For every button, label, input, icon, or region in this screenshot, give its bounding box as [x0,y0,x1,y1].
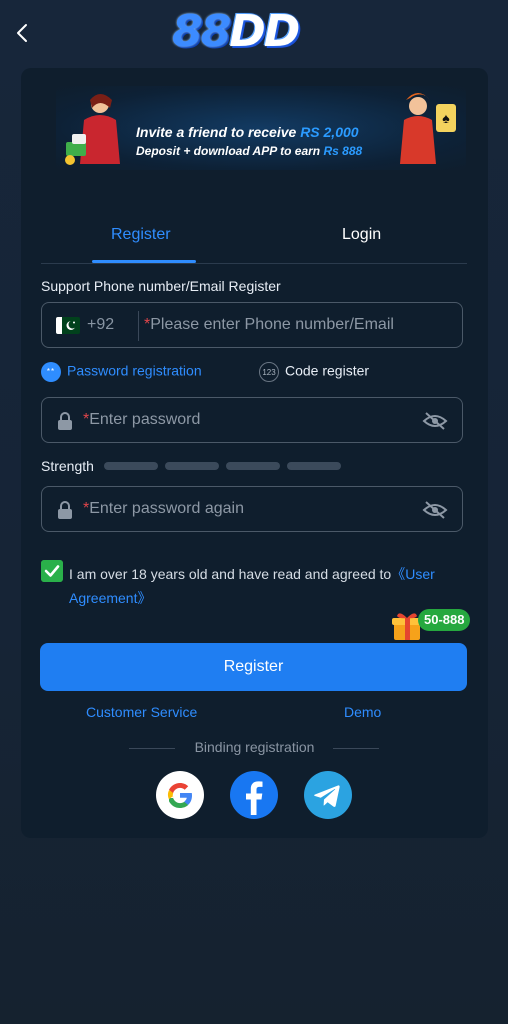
telegram-login-button[interactable] [304,771,352,819]
strength-bar-3 [226,462,280,470]
lock-icon [58,501,72,519]
phone-field[interactable]: +92 *Please enter Phone number/Email [41,302,463,348]
password-mode-icon: ** [41,362,61,382]
binding-divider-right [333,748,379,749]
password-input[interactable]: *Enter password [83,411,200,429]
agreement-text: I am over 18 years old and have read and… [69,566,435,606]
google-icon [167,783,192,808]
confirm-password-field[interactable]: *Enter password again [41,486,463,532]
customer-service-link[interactable]: Customer Service [86,704,197,720]
binding-registration-label: Binding registration [194,739,315,755]
country-code[interactable]: +92 [87,316,114,334]
support-label: Support Phone number/Email Register [41,278,281,294]
password-registration-option[interactable]: ** Password registration [41,362,202,382]
facebook-icon [246,781,263,815]
code-register-option[interactable]: 123 Code register [259,362,369,382]
registration-mode-row: ** Password registration 123 Code register [41,362,467,384]
banner-line-1: Invite a friend to receive RS 2,000 [136,124,359,140]
strength-bar-4 [287,462,341,470]
google-login-button[interactable] [156,771,204,819]
agreement-checkbox[interactable] [41,560,63,582]
register-button[interactable]: Register [40,643,467,691]
pakistan-flag-icon[interactable] [56,317,80,334]
telegram-icon [314,785,340,807]
lock-icon [58,412,72,430]
svg-text:♠: ♠ [442,110,450,126]
phone-input[interactable]: *Please enter Phone number/Email [144,316,394,334]
confirm-password-input[interactable]: *Enter password again [83,500,244,518]
active-tab-indicator [92,260,196,263]
strength-bar-2 [165,462,219,470]
tab-register[interactable]: Register [111,226,171,244]
auth-tabs: Register Login [41,218,467,264]
eye-hidden-icon[interactable] [422,411,448,431]
gift-badge[interactable]: 50-888 [418,609,471,631]
eye-hidden-icon[interactable] [422,500,448,520]
field-divider [138,311,139,341]
top-bar: 88DD [0,0,508,66]
demo-link[interactable]: Demo [344,704,381,720]
tab-login[interactable]: Login [342,226,381,244]
back-arrow-icon[interactable] [10,20,36,46]
strength-bar-1 [104,462,158,470]
code-mode-icon: 123 [259,362,279,382]
brand-logo: 88DD [172,6,300,57]
promo-banner[interactable]: Invite a friend to receive RS 2,000 Depo… [56,86,466,170]
promo-character-left-icon [65,94,120,165]
password-field[interactable]: *Enter password [41,397,463,443]
banner-line-2: Deposit + download APP to earn Rs 888 [136,144,363,158]
register-card: Invite a friend to receive RS 2,000 Depo… [21,68,488,838]
facebook-login-button[interactable] [230,771,278,819]
strength-label: Strength [41,458,94,474]
promo-character-right-icon: ♠ [400,93,456,164]
